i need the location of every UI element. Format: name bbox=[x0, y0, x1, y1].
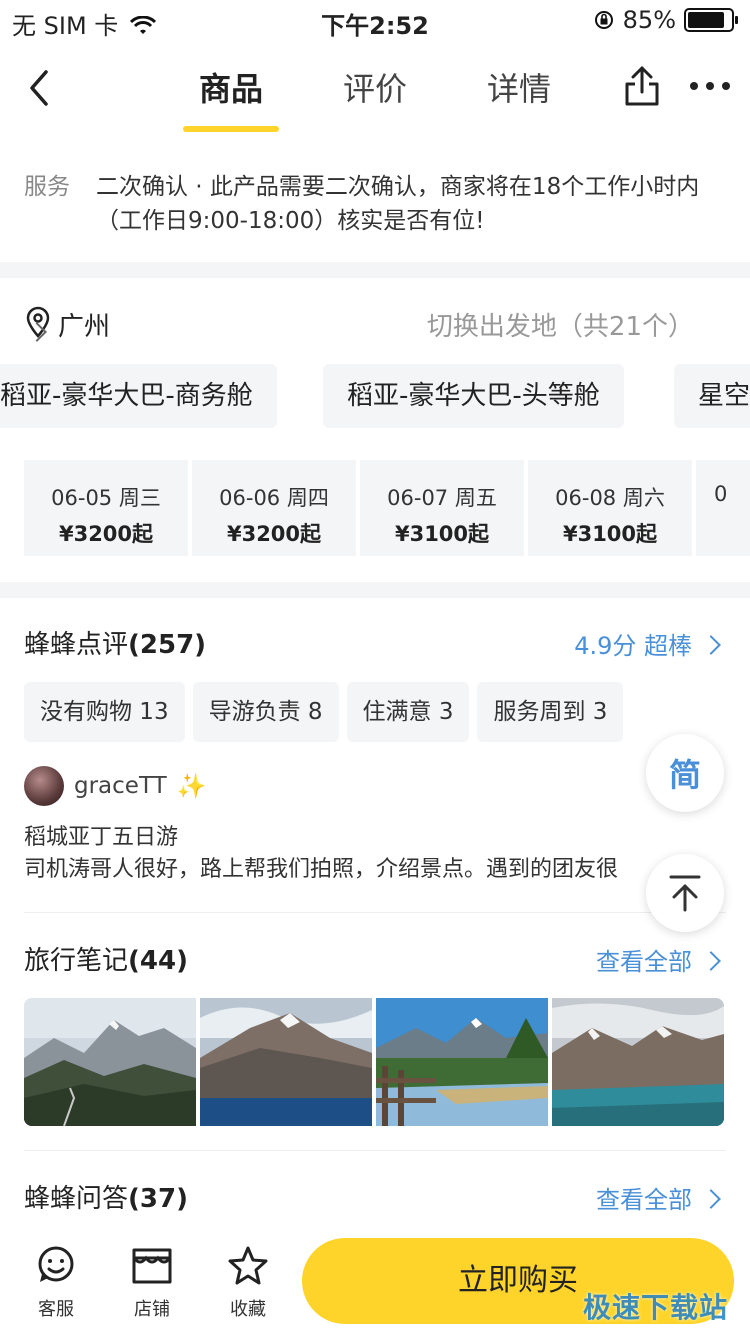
chevron-right-icon bbox=[701, 1189, 721, 1209]
date-card[interactable]: 0 bbox=[696, 460, 750, 556]
tab-goods[interactable]: 商品 bbox=[199, 64, 263, 110]
service-line2: （工作日9:00-18:00）核实是否有位! bbox=[96, 208, 485, 234]
date-label: 06-05 周三 bbox=[51, 486, 161, 510]
status-right: 85% bbox=[593, 6, 738, 34]
departure-row[interactable]: 广州 切换出发地（共21个） bbox=[24, 302, 726, 342]
tab-indicator bbox=[183, 126, 279, 132]
date-label: 06-07 周五 bbox=[387, 486, 497, 510]
date-label: 06-06 周四 bbox=[219, 486, 329, 510]
date-price: ¥3100起 bbox=[394, 522, 490, 546]
chevron-right-icon bbox=[701, 951, 721, 971]
date-card[interactable]: 06-07 周五 ¥3100起 bbox=[360, 460, 524, 556]
notes-count: (44) bbox=[128, 946, 188, 976]
favorite-label: 收藏 bbox=[230, 1299, 266, 1320]
reviews-title[interactable]: 蜂蜂点评(257) bbox=[24, 624, 206, 661]
service-line1: 二次确认 · 此产品需要二次确认，商家将在18个工作小时内 bbox=[96, 174, 700, 200]
note-photo[interactable] bbox=[552, 998, 724, 1126]
review-body: 司机涛哥人很好，路上帮我们拍照，介绍景点。遇到的团友很 bbox=[24, 857, 619, 882]
customer-service-icon bbox=[38, 1246, 74, 1282]
shop-label: 店铺 bbox=[134, 1299, 170, 1320]
date-label: 0 bbox=[714, 482, 728, 506]
review-tag[interactable]: 没有购物 13 bbox=[24, 682, 185, 742]
note-photo[interactable] bbox=[376, 998, 548, 1126]
route-chip[interactable]: 稻亚-豪华大巴-商务舱 bbox=[0, 364, 277, 428]
notes-photos bbox=[24, 998, 726, 1126]
date-label: 06-08 周六 bbox=[555, 486, 665, 510]
favorite-button[interactable]: 收藏 bbox=[218, 1244, 278, 1321]
date-price: ¥3100起 bbox=[562, 522, 658, 546]
customer-service-label: 客服 bbox=[38, 1299, 74, 1320]
departure-city: 广州 bbox=[58, 312, 111, 342]
tab-details[interactable]: 详情 bbox=[487, 64, 551, 110]
date-price: ¥3200起 bbox=[58, 522, 154, 546]
sparkle-icon: ✨ bbox=[176, 772, 207, 800]
review-tag[interactable]: 住满意 3 bbox=[346, 682, 470, 742]
route-chip[interactable]: 星空 bbox=[674, 364, 750, 428]
service-info: 服务 二次确认 · 此产品需要二次确认，商家将在18个工作小时内 （工作日9:00… bbox=[24, 170, 729, 238]
arrow-up-icon bbox=[669, 875, 701, 912]
qa-title[interactable]: 蜂蜂问答(37) bbox=[24, 1178, 188, 1215]
battery-percent: 85% bbox=[622, 6, 676, 34]
qa-count: (37) bbox=[128, 1184, 188, 1214]
review-product: 稻城亚丁五日游 bbox=[24, 825, 179, 850]
divider bbox=[24, 1150, 726, 1151]
switch-departure[interactable]: 切换出发地（共21个） bbox=[427, 306, 694, 343]
section-divider bbox=[0, 582, 750, 598]
reviews-score-link[interactable]: 4.9分 超棒 bbox=[574, 626, 721, 661]
date-price: ¥3200起 bbox=[226, 522, 322, 546]
qa-view-all[interactable]: 查看全部 bbox=[596, 1180, 721, 1215]
reviews-count: (257) bbox=[128, 630, 207, 660]
avatar[interactable] bbox=[24, 766, 64, 806]
shop-button[interactable]: 店铺 bbox=[122, 1244, 182, 1321]
notes-view-all[interactable]: 查看全部 bbox=[596, 942, 721, 977]
customer-service-button[interactable]: 客服 bbox=[26, 1244, 86, 1321]
star-icon bbox=[228, 1246, 268, 1285]
note-photo[interactable] bbox=[200, 998, 372, 1126]
service-label: 服务 bbox=[24, 174, 70, 200]
shop-icon bbox=[132, 1248, 172, 1284]
more-icon[interactable] bbox=[688, 80, 732, 92]
share-icon[interactable] bbox=[622, 64, 662, 108]
date-selector: 06-05 周三 ¥3200起 06-06 周四 ¥3200起 06-07 周五… bbox=[24, 460, 750, 556]
notes-title[interactable]: 旅行笔记(44) bbox=[24, 940, 188, 977]
review-tag[interactable]: 导游负责 8 bbox=[192, 682, 339, 742]
section-divider bbox=[0, 262, 750, 278]
nav-bar: 商品 评价 详情 bbox=[0, 40, 750, 140]
simplified-button[interactable]: 简 bbox=[646, 734, 724, 812]
simplified-label: 简 bbox=[668, 756, 701, 794]
status-bar: 无 SIM 卡 下午2:52 85% bbox=[0, 0, 750, 40]
review-user[interactable]: graceTT ✨ bbox=[24, 764, 207, 808]
date-card[interactable]: 06-08 周六 ¥3100起 bbox=[528, 460, 692, 556]
chevron-right-icon bbox=[701, 635, 721, 655]
note-photo[interactable] bbox=[24, 998, 196, 1126]
review-tags: 没有购物 13 导游负责 8 住满意 3 服务周到 3 bbox=[24, 682, 624, 742]
back-icon[interactable] bbox=[26, 68, 52, 108]
date-card[interactable]: 06-05 周三 ¥3200起 bbox=[24, 460, 188, 556]
tab-reviews[interactable]: 评价 bbox=[343, 64, 407, 110]
review-username: graceTT bbox=[74, 773, 167, 799]
divider bbox=[24, 912, 726, 913]
route-chip[interactable]: 稻亚-豪华大巴-头等舱 bbox=[323, 364, 624, 428]
review-tag[interactable]: 服务周到 3 bbox=[477, 682, 624, 742]
review-content[interactable]: 稻城亚丁五日游 司机涛哥人很好，路上帮我们拍照，介绍景点。遇到的团友很 bbox=[24, 822, 724, 886]
date-card[interactable]: 06-06 周四 ¥3200起 bbox=[192, 460, 356, 556]
route-options: 稻亚-豪华大巴-商务舱 稻亚-豪华大巴-头等舱 星空 bbox=[0, 364, 750, 428]
battery-icon bbox=[684, 8, 738, 32]
watermark: 极速下载站 bbox=[582, 1291, 728, 1324]
back-to-top-button[interactable] bbox=[646, 854, 724, 932]
rotation-lock-icon bbox=[594, 11, 613, 29]
